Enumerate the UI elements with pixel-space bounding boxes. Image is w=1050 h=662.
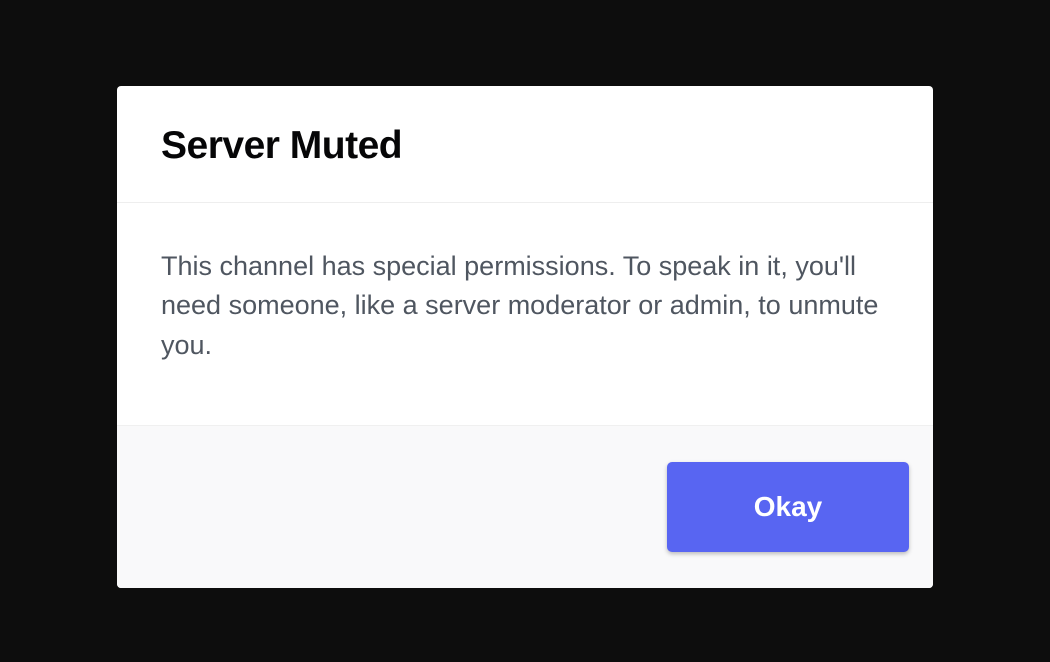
- server-muted-modal: Server Muted This channel has special pe…: [117, 86, 933, 587]
- modal-footer: Okay: [117, 425, 933, 588]
- modal-message: This channel has special permissions. To…: [161, 247, 889, 364]
- modal-body: This channel has special permissions. To…: [117, 203, 933, 424]
- okay-button[interactable]: Okay: [667, 462, 909, 552]
- modal-header: Server Muted: [117, 86, 933, 203]
- modal-title: Server Muted: [161, 124, 889, 168]
